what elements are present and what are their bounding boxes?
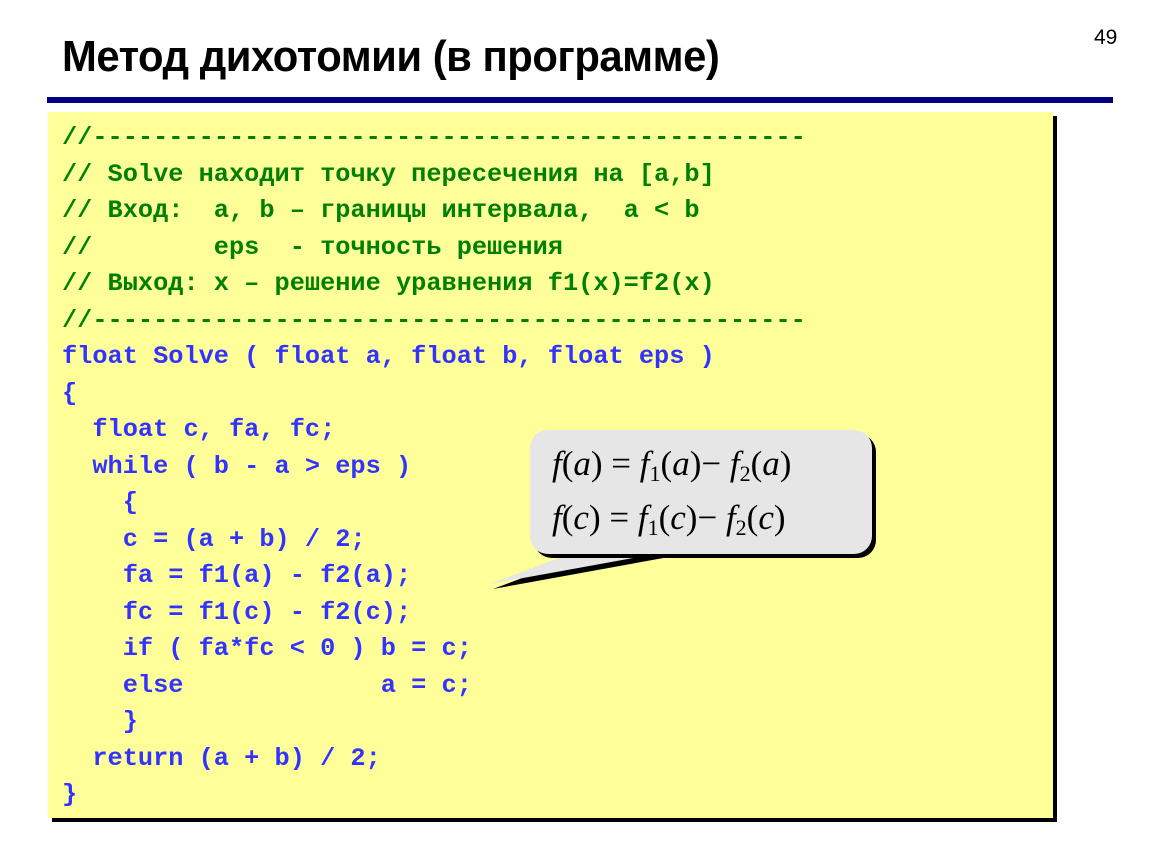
code-line: if ( fa*fc < 0 ) b = c;	[62, 634, 472, 663]
slide-number: 49	[1094, 26, 1118, 49]
code-line: // eps - точность решения	[62, 232, 563, 262]
code-line: }	[62, 707, 138, 736]
code-line: fc = f1(c) - f2(c);	[62, 597, 412, 627]
code-line: {	[62, 378, 78, 408]
code-line: return (a + b) / 2;	[62, 743, 381, 773]
title-divider	[47, 97, 1113, 103]
code-line: fa = f1(a) - f2(a);	[62, 561, 412, 590]
code-line: // Solve находит точку пересечения на [a…	[62, 159, 715, 189]
code-line: }	[62, 780, 78, 809]
formula-fc: f(c) = f1(c)− f2(c)	[552, 498, 786, 540]
code-line: float Solve ( float a, float b, float ep…	[62, 342, 715, 371]
code-line: // Вход: a, b – границы интервала, a < b	[62, 196, 700, 225]
formula-fa: f(a) = f1(a)− f2(a)	[552, 444, 792, 486]
code-line: else a = c;	[62, 670, 472, 700]
code-line: //--------------------------------------…	[62, 305, 806, 335]
code-line: //--------------------------------------…	[62, 123, 806, 152]
slide-title: Метод дихотомии (в программе)	[62, 32, 720, 81]
code-line: // Выход: x – решение уравнения f1(x)=f2…	[62, 269, 715, 298]
